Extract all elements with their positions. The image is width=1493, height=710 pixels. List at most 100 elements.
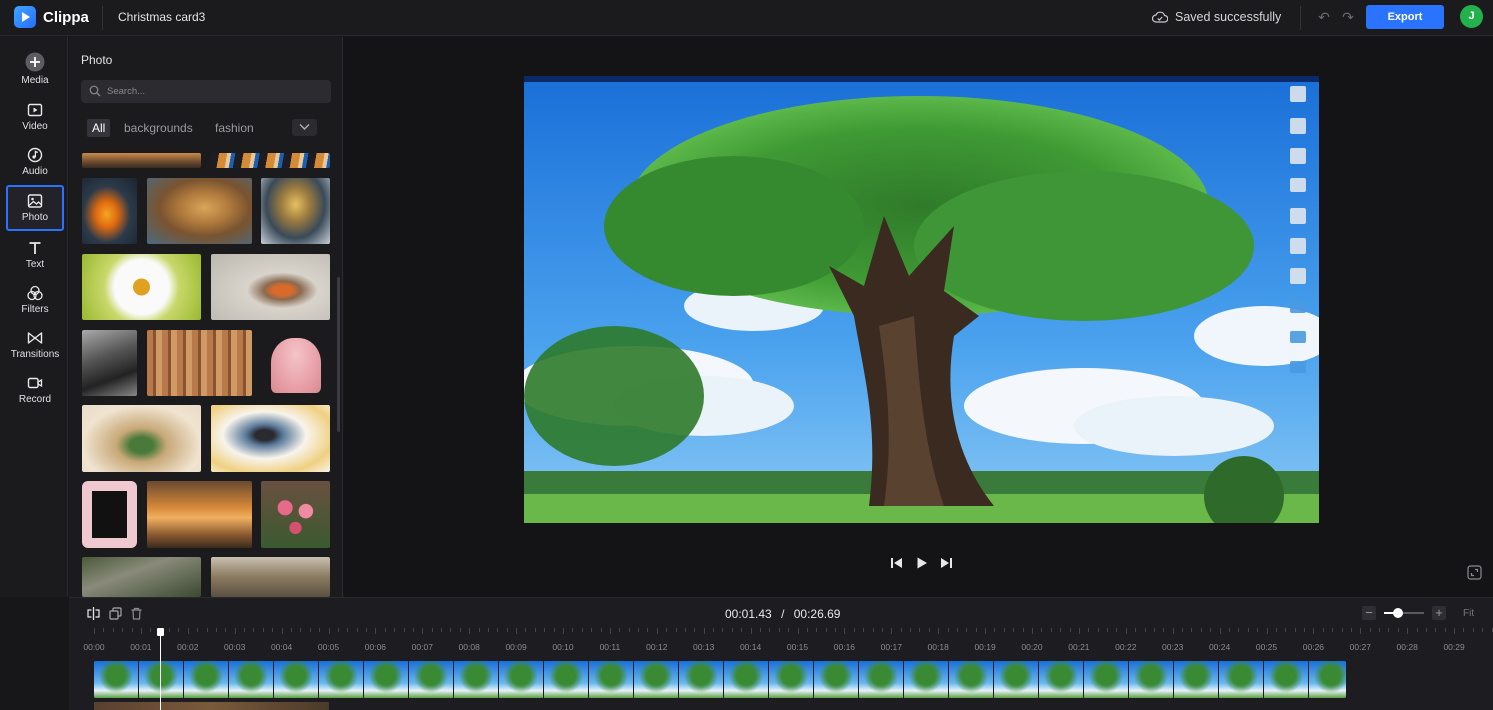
- video-preview[interactable]: [524, 76, 1319, 523]
- top-bar: Clippa Christmas card3 Saved successfull…: [0, 0, 1493, 36]
- ruler-tick: [337, 628, 339, 632]
- search-input[interactable]: [107, 80, 327, 103]
- rail-item-label: Record: [18, 394, 52, 405]
- ruler-tick: [375, 628, 377, 634]
- photo-thumbnail[interactable]: [261, 481, 330, 548]
- rail-item-transitions[interactable]: Transitions: [6, 323, 64, 367]
- user-avatar[interactable]: J: [1460, 5, 1483, 28]
- photo-thumbnail[interactable]: [82, 405, 201, 472]
- play-icon[interactable]: [915, 556, 929, 570]
- photo-thumbnail[interactable]: [261, 330, 330, 396]
- rail-item-audio[interactable]: Audio: [6, 140, 64, 184]
- playhead-handle[interactable]: [157, 628, 164, 636]
- project-title[interactable]: Christmas card3: [118, 10, 205, 24]
- filter-chip-fashion[interactable]: fashion: [215, 119, 254, 137]
- photo-thumbnail[interactable]: [147, 330, 252, 396]
- ruler-tick: [403, 628, 405, 632]
- ruler-tick: [534, 628, 536, 632]
- redo-icon[interactable]: ↷: [1341, 10, 1355, 24]
- clip-frame: [589, 661, 634, 698]
- zoom-slider[interactable]: [1384, 608, 1424, 618]
- photo-thumbnail[interactable]: [261, 178, 330, 244]
- ruler-label: 00:27: [1349, 642, 1371, 652]
- export-button[interactable]: Export: [1366, 5, 1444, 29]
- skip-forward-icon[interactable]: [939, 556, 953, 570]
- ruler-tick: [1416, 628, 1418, 632]
- photo-thumbnail[interactable]: [211, 153, 330, 168]
- timeline: 00:01.43 / 00:26.69 − + Fit 00:00 00:01 00…: [69, 597, 1493, 710]
- zoom-slider-knob[interactable]: [1393, 608, 1403, 618]
- clip-frame: [1219, 661, 1264, 698]
- rail-item-filters[interactable]: Filters: [6, 278, 64, 322]
- ruler-label: 00:01: [130, 642, 152, 652]
- photo-thumbnail[interactable]: [82, 178, 137, 244]
- ruler-label: 00:29: [1443, 642, 1465, 652]
- photo-thumbnail[interactable]: [82, 153, 201, 168]
- ruler-tick: [412, 628, 414, 632]
- photo-thumbnail[interactable]: [211, 557, 330, 597]
- rail-item-label: Video: [22, 121, 48, 132]
- rail-item-record[interactable]: Record: [6, 368, 64, 412]
- photo-thumbnail[interactable]: [82, 557, 201, 597]
- time-ruler[interactable]: 00:00 00:01 00:02 00:03 00:04 00:05 00:06 00:07…: [69, 628, 1493, 652]
- rail-item-text[interactable]: Text: [6, 233, 64, 277]
- playhead[interactable]: [157, 628, 164, 710]
- video-track-clip[interactable]: [94, 661, 1346, 698]
- skip-back-icon[interactable]: [890, 556, 904, 570]
- plus-circle-icon: [25, 52, 45, 72]
- duplicate-icon[interactable]: [109, 607, 122, 620]
- photo-thumbnail[interactable]: [82, 481, 137, 548]
- photo-thumbnail[interactable]: [147, 481, 252, 548]
- ruler-tick: [1172, 628, 1174, 634]
- ruler-tick: [497, 628, 499, 632]
- ruler-tick: [1041, 628, 1043, 632]
- ruler-label: 00:05: [317, 642, 340, 652]
- photo-thumbnail[interactable]: [82, 254, 201, 320]
- ruler-tick: [1425, 628, 1427, 632]
- filter-expand-button[interactable]: [292, 119, 317, 136]
- clip-frame: [1084, 661, 1129, 698]
- photo-thumbnail[interactable]: [147, 178, 252, 244]
- chevron-down-icon: [299, 124, 310, 130]
- clip-frame: [1309, 661, 1346, 698]
- undo-icon[interactable]: ↶: [1317, 10, 1331, 24]
- ruler-tick: [910, 628, 912, 632]
- ruler-tick: [1210, 628, 1212, 632]
- divider: [102, 6, 103, 30]
- split-icon[interactable]: [87, 607, 100, 620]
- photo-thumbnail[interactable]: [211, 405, 330, 472]
- ruler-label: 00:17: [880, 642, 902, 652]
- fullscreen-icon[interactable]: [1467, 565, 1482, 580]
- rail-item-media[interactable]: Media: [6, 47, 64, 91]
- ruler-tick: [366, 628, 368, 632]
- image-track-clip[interactable]: [94, 702, 329, 710]
- rail-item-photo[interactable]: Photo: [6, 185, 64, 231]
- ruler-tick: [150, 628, 152, 632]
- trash-icon[interactable]: [130, 607, 143, 620]
- ruler-label: 00:04: [270, 642, 293, 652]
- panel-scrollbar[interactable]: [337, 277, 340, 432]
- photo-thumbnail[interactable]: [211, 254, 330, 320]
- ruler-tick: [309, 628, 311, 632]
- panel-title: Photo: [81, 53, 113, 67]
- zoom-in-button[interactable]: +: [1432, 606, 1446, 620]
- ruler-label: 00:18: [927, 642, 949, 652]
- filter-chip-all[interactable]: All: [87, 119, 111, 137]
- search-box[interactable]: [81, 80, 331, 103]
- app-logo[interactable]: Clippa: [14, 6, 89, 28]
- photo-thumbnail[interactable]: [82, 330, 137, 396]
- ruler-label: 00:10: [552, 642, 574, 652]
- ruler-tick: [1013, 628, 1015, 632]
- zoom-out-button[interactable]: −: [1362, 606, 1376, 620]
- search-icon: [89, 85, 101, 97]
- ruler-tick: [731, 628, 733, 632]
- fit-button[interactable]: Fit: [1463, 608, 1474, 619]
- ruler-tick: [1060, 628, 1062, 632]
- rail-item-video[interactable]: Video: [6, 95, 64, 139]
- filter-chip-backgrounds[interactable]: backgrounds: [124, 119, 193, 137]
- ruler-tick: [478, 628, 480, 632]
- ruler-tick: [1069, 628, 1071, 632]
- clip-frame: [364, 661, 409, 698]
- ruler-tick: [1078, 628, 1080, 634]
- ruler-tick: [666, 628, 668, 632]
